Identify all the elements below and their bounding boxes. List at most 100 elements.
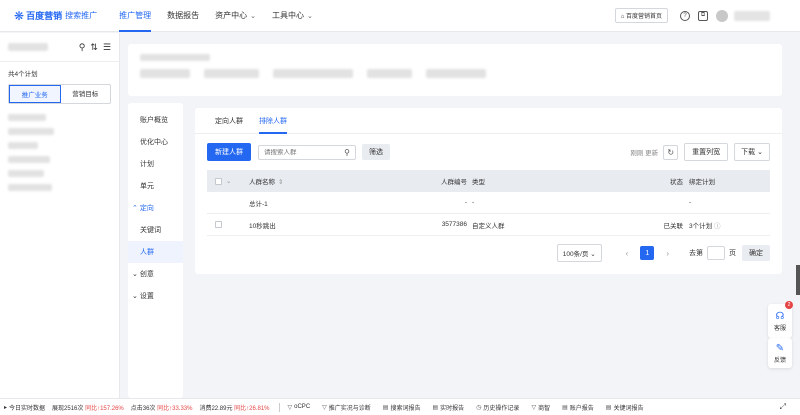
search-icon[interactable]: ⚲ bbox=[79, 42, 86, 53]
account-info-card bbox=[128, 44, 782, 96]
plan-item-redacted[interactable] bbox=[8, 170, 44, 177]
page-size-select[interactable]: 100条/页 ⌄ bbox=[556, 244, 602, 262]
page-suffix: 页 bbox=[729, 250, 736, 257]
subnav-account-overview[interactable]: 账户概览 bbox=[128, 109, 183, 131]
cell-bound-plan[interactable]: 3个计划 ⓘ bbox=[683, 220, 770, 230]
select-all-cell: ⌄ bbox=[207, 177, 239, 185]
download-button[interactable]: 下载 ⌄ bbox=[734, 143, 770, 161]
link-label: 搜索词报告 bbox=[390, 405, 421, 412]
report-icon: ▤ bbox=[605, 404, 612, 411]
help-icon[interactable]: ? bbox=[680, 10, 690, 21]
link-icon[interactable]: ⧉ bbox=[698, 10, 708, 21]
link-keyword-report[interactable]: ▤ 关键词报告 bbox=[606, 403, 644, 412]
table-row[interactable]: 10秒跳出 3577386 自定义人群 已关联 3个计划 ⓘ bbox=[207, 214, 770, 236]
link-label: 实时报告 bbox=[440, 405, 465, 412]
refresh-icon[interactable]: ↻ bbox=[663, 144, 679, 160]
avatar[interactable] bbox=[716, 9, 728, 22]
row-checkbox[interactable] bbox=[215, 221, 222, 228]
col-bound-plan: 绑定计划 bbox=[689, 179, 715, 186]
link-shangzhi[interactable]: ▽ 商智 bbox=[531, 403, 550, 412]
feedback-label: 反馈 bbox=[773, 357, 786, 364]
audience-search: ⚲ bbox=[258, 144, 356, 160]
nav-asset-center[interactable]: 资产中心 ⌄ bbox=[207, 0, 264, 32]
subnav-keywords[interactable]: 关键词 bbox=[128, 219, 183, 241]
logo[interactable]: ❋ 百度营销 搜索推广 bbox=[14, 9, 97, 23]
goto-label: 去第 bbox=[689, 250, 703, 257]
subnav-targeting[interactable]: ⌃ 定向 bbox=[128, 197, 183, 219]
prev-page-icon[interactable]: ‹ bbox=[626, 249, 629, 258]
report-icon: ▤ bbox=[432, 404, 439, 411]
cell-status: 已关联 bbox=[663, 222, 684, 230]
chevron-down-icon[interactable]: ⌄ bbox=[226, 177, 231, 185]
new-audience-button[interactable]: 新建人群 bbox=[207, 143, 251, 161]
subnav-settings[interactable]: ⌄ 设置 bbox=[128, 285, 183, 307]
chevron-down-icon: ⌄ bbox=[757, 149, 763, 156]
scrollbar[interactable] bbox=[796, 265, 800, 295]
nav-data-report[interactable]: 数据报告 bbox=[159, 0, 207, 32]
link-account-report[interactable]: ▤ 账户报告 bbox=[562, 403, 594, 412]
subnav-audience[interactable]: 人群 bbox=[128, 241, 183, 263]
menu-icon[interactable]: ☰ bbox=[103, 42, 111, 53]
baidu-paw-icon: ❋ bbox=[14, 8, 25, 23]
caret-icon[interactable]: ▸ bbox=[4, 404, 7, 411]
nav-label: 推广管理 bbox=[119, 11, 152, 20]
link-ocpc[interactable]: ▽ oCPC bbox=[288, 404, 311, 411]
plan-item-redacted[interactable] bbox=[8, 114, 46, 121]
link-diagnosis[interactable]: ▽ 推广实况与诊断 bbox=[322, 403, 371, 412]
sort-icon[interactable]: ⇅ bbox=[90, 42, 98, 53]
plan-item-redacted[interactable] bbox=[8, 156, 50, 163]
link-history[interactable]: ◷ 历史操作记录 bbox=[476, 403, 519, 412]
subnav-optimization-center[interactable]: 优化中心 bbox=[128, 131, 183, 153]
subnav-unit[interactable]: 单元 bbox=[128, 175, 183, 197]
link-search-term-report[interactable]: ▤ 搜索词报告 bbox=[383, 403, 421, 412]
cell-audience-name[interactable]: 10秒跳出 bbox=[239, 220, 419, 230]
username-redacted[interactable] bbox=[734, 10, 770, 21]
home-button[interactable]: ⌂ 百度营销首页 bbox=[614, 8, 668, 23]
reset-column-width-button[interactable]: 重置列宽 bbox=[684, 143, 729, 161]
nav-tool-center[interactable]: 工具中心 ⌄ bbox=[264, 0, 321, 32]
toolbar: 新建人群 ⚲ 筛选 刚刚 更新 ↻ 重置列宽 下载 ⌄ bbox=[195, 134, 782, 170]
page-size-label: 100条/页 bbox=[562, 251, 589, 258]
next-page-icon[interactable]: › bbox=[666, 249, 669, 258]
report-icon: ▤ bbox=[562, 404, 568, 411]
stat-impressions: 展现2516次 同比↑157.26% bbox=[52, 403, 124, 412]
sort-icon[interactable]: ⇕ bbox=[278, 179, 283, 186]
account-name-redacted bbox=[8, 43, 48, 51]
tab-excluded-audience[interactable]: 排除人群 bbox=[251, 108, 295, 134]
confirm-button[interactable]: 确定 bbox=[742, 245, 770, 261]
select-all-checkbox[interactable] bbox=[215, 177, 222, 185]
info-icon[interactable]: ⓘ bbox=[714, 223, 721, 230]
customer-service-widget[interactable]: 2 ☊ 客服 bbox=[768, 301, 793, 338]
search-icon[interactable]: ⚲ bbox=[344, 148, 350, 157]
nav-label: 资产中心 bbox=[215, 11, 248, 20]
sub-navigation: 账户概览 优化中心 计划 单元 ⌃ 定向 关键词 人群 ⌄ 创意 ⌄ 设置 bbox=[128, 103, 183, 398]
logo-subtitle: 搜索推广 bbox=[65, 11, 98, 20]
cell-type: 自定义人群 bbox=[472, 222, 505, 230]
divider bbox=[278, 402, 280, 412]
tab-targeted-audience[interactable]: 定向人群 bbox=[207, 108, 251, 133]
goto-page-input[interactable] bbox=[707, 246, 725, 260]
plan-item-redacted[interactable] bbox=[8, 184, 52, 191]
plan-item-redacted[interactable] bbox=[8, 142, 38, 149]
plan-item-redacted[interactable] bbox=[8, 128, 54, 135]
subnav-creative[interactable]: ⌄ 创意 bbox=[128, 263, 183, 285]
search-input[interactable] bbox=[264, 148, 344, 156]
plan-list bbox=[0, 106, 119, 206]
col-audience-name[interactable]: 人群名称 ⇕ bbox=[239, 176, 419, 186]
ocpc-icon: ▽ bbox=[287, 404, 293, 411]
top-right-tools: ⌂ 百度营销首页 ? ⧉ bbox=[614, 8, 770, 23]
link-realtime-report[interactable]: ▤ 实时报告 bbox=[432, 403, 464, 412]
feedback-widget[interactable]: ✎ 反馈 bbox=[768, 338, 792, 368]
subnav-plan[interactable]: 计划 bbox=[128, 153, 183, 175]
nav-promotion-management[interactable]: 推广管理 bbox=[111, 0, 159, 32]
stat-label: 展现2516次 bbox=[52, 405, 84, 412]
link-label: 历史操作记录 bbox=[483, 405, 520, 412]
service-label: 客服 bbox=[773, 325, 786, 332]
stat-clicks: 点击36次 同比↑33.33% bbox=[131, 403, 193, 412]
page-number[interactable]: 1 bbox=[640, 246, 655, 260]
filter-button[interactable]: 筛选 bbox=[362, 144, 390, 160]
link-label: oCPC bbox=[294, 404, 311, 410]
tab-promotion-business[interactable]: 推广业务 bbox=[9, 85, 61, 103]
tab-marketing-goal[interactable]: 营销目标 bbox=[61, 85, 111, 103]
fullscreen-icon[interactable]: ⤢ bbox=[780, 402, 786, 412]
